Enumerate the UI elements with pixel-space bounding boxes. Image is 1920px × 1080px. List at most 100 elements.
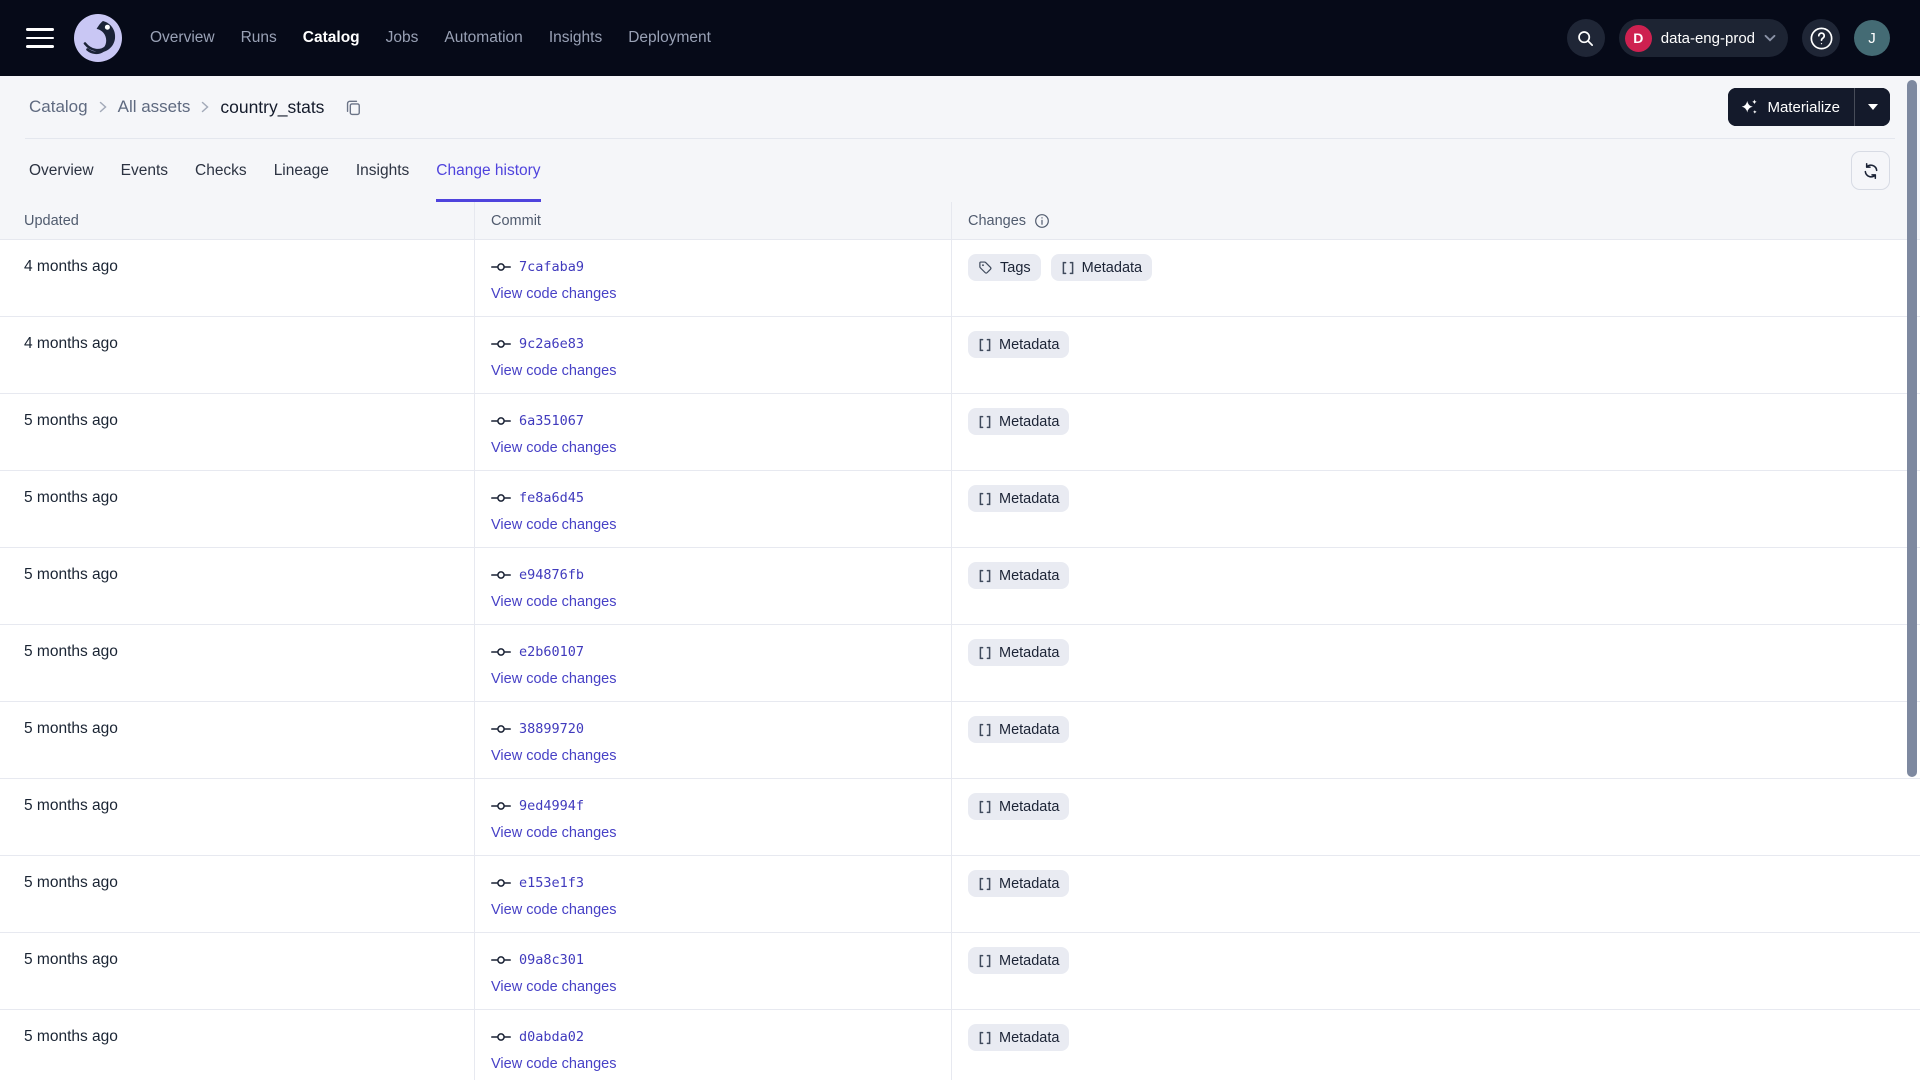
commit-hash-link[interactable]: 38899720 <box>519 721 584 737</box>
info-icon[interactable] <box>1034 213 1050 229</box>
metadata-badge: Metadata <box>968 1024 1070 1051</box>
table-header: Updated Commit Changes <box>0 202 1920 240</box>
refresh-icon <box>1862 162 1880 180</box>
commit-hash-link[interactable]: fe8a6d45 <box>519 490 584 506</box>
materialize-button[interactable]: Materialize <box>1728 88 1854 126</box>
brackets-icon <box>978 954 992 968</box>
nav-item-deployment[interactable]: Deployment <box>628 29 711 47</box>
commit-hash-link[interactable]: 7cafaba9 <box>519 259 584 275</box>
commit-hash-link[interactable]: d0abda02 <box>519 1029 584 1045</box>
view-code-changes-link[interactable]: View code changes <box>491 284 617 305</box>
changes-cell: Metadata <box>952 933 1920 1009</box>
commit-icon <box>491 569 511 581</box>
tab-lineage[interactable]: Lineage <box>274 139 329 202</box>
table-row: 5 months ago 6a351067 View code changes … <box>0 394 1920 471</box>
tabs-row: Overview Events Checks Lineage Insights … <box>0 139 1920 202</box>
view-code-changes-link[interactable]: View code changes <box>491 900 617 921</box>
badge-label: Metadata <box>999 413 1060 430</box>
commit-icon <box>491 877 511 889</box>
view-code-changes-link[interactable]: View code changes <box>491 515 617 536</box>
view-code-changes-link[interactable]: View code changes <box>491 977 617 998</box>
view-code-changes-link[interactable]: View code changes <box>491 592 617 613</box>
brackets-icon <box>978 492 992 506</box>
chevron-right-icon <box>99 101 107 113</box>
dagster-logo[interactable] <box>74 14 122 62</box>
tags-badge: Tags <box>968 254 1041 281</box>
materialize-label: Materialize <box>1767 98 1840 116</box>
commit-hash-link[interactable]: 9ed4994f <box>519 798 584 814</box>
changes-cell: Metadata <box>952 779 1920 855</box>
changes-cell: Metadata <box>952 702 1920 778</box>
metadata-badge: Metadata <box>968 331 1070 358</box>
menu-icon[interactable] <box>26 28 54 48</box>
refresh-button[interactable] <box>1851 151 1890 190</box>
row-updated: 5 months ago <box>24 412 118 429</box>
tab-events[interactable]: Events <box>121 139 168 202</box>
commit-hash-link[interactable]: e153e1f3 <box>519 875 584 891</box>
copy-button[interactable] <box>345 99 362 116</box>
commit-hash-link[interactable]: 6a351067 <box>519 413 584 429</box>
view-code-changes-link[interactable]: View code changes <box>491 1054 617 1075</box>
page-title: country_stats <box>220 96 325 117</box>
search-button[interactable] <box>1566 19 1605 57</box>
view-code-changes-link[interactable]: View code changes <box>491 746 617 767</box>
commit-hash-link[interactable]: e2b60107 <box>519 644 584 660</box>
column-header-updated: Updated <box>0 202 475 239</box>
chevron-right-icon <box>201 101 209 113</box>
view-code-changes-link[interactable]: View code changes <box>491 438 617 459</box>
view-code-changes-link[interactable]: View code changes <box>491 823 617 844</box>
metadata-badge: Metadata <box>968 562 1070 589</box>
tab-insights[interactable]: Insights <box>356 139 409 202</box>
commit-icon <box>491 492 511 504</box>
metadata-badge: Metadata <box>968 485 1070 512</box>
tab-overview[interactable]: Overview <box>29 139 94 202</box>
badge-label: Metadata <box>999 721 1060 738</box>
badge-label: Metadata <box>999 336 1060 353</box>
changes-cell: Metadata <box>952 471 1920 547</box>
brackets-icon <box>1061 261 1075 275</box>
metadata-badge: Metadata <box>968 408 1070 435</box>
nav-item-jobs[interactable]: Jobs <box>386 29 419 47</box>
changes-cell: Metadata <box>952 856 1920 932</box>
commit-hash-link[interactable]: 9c2a6e83 <box>519 336 584 352</box>
commit-icon <box>491 723 511 735</box>
breadcrumb-all-assets-link[interactable]: All assets <box>118 97 191 117</box>
changes-cell: Metadata <box>952 1010 1920 1080</box>
badge-label: Metadata <box>999 798 1060 815</box>
deployment-switcher[interactable]: D data-eng-prod <box>1618 19 1788 57</box>
table-row: 5 months ago e153e1f3 View code changes … <box>0 856 1920 933</box>
materialize-dropdown-button[interactable] <box>1854 88 1890 126</box>
table-row: 5 months ago 9ed4994f View code changes … <box>0 779 1920 856</box>
nav-item-insights[interactable]: Insights <box>549 29 602 47</box>
tab-change-history[interactable]: Change history <box>436 139 541 202</box>
table-row: 5 months ago e94876fb View code changes … <box>0 548 1920 625</box>
table-row: 5 months ago d0abda02 View code changes … <box>0 1010 1920 1080</box>
badge-label: Tags <box>1000 259 1031 276</box>
row-updated: 5 months ago <box>24 951 118 968</box>
nav-item-automation[interactable]: Automation <box>444 29 522 47</box>
tab-checks[interactable]: Checks <box>195 139 247 202</box>
table-body: 4 months ago 7cafaba9 View code changes … <box>0 240 1920 1080</box>
table-row: 4 months ago 9c2a6e83 View code changes … <box>0 317 1920 394</box>
table-row: 4 months ago 7cafaba9 View code changes … <box>0 240 1920 317</box>
commit-hash-link[interactable]: 09a8c301 <box>519 952 584 968</box>
copy-icon <box>345 99 362 116</box>
view-code-changes-link[interactable]: View code changes <box>491 669 617 690</box>
nav-item-runs[interactable]: Runs <box>241 29 277 47</box>
scrollbar-thumb[interactable] <box>1907 80 1917 777</box>
brackets-icon <box>978 877 992 891</box>
help-button[interactable] <box>1802 19 1840 57</box>
table-row: 5 months ago fe8a6d45 View code changes … <box>0 471 1920 548</box>
commit-hash-link[interactable]: e94876fb <box>519 567 584 583</box>
brackets-icon <box>978 723 992 737</box>
metadata-badge: Metadata <box>968 870 1070 897</box>
nav-item-catalog[interactable]: Catalog <box>303 29 360 47</box>
view-code-changes-link[interactable]: View code changes <box>491 361 617 382</box>
changes-cell: Metadata <box>952 317 1920 393</box>
row-updated: 5 months ago <box>24 874 118 891</box>
breadcrumb-catalog-link[interactable]: Catalog <box>29 97 88 117</box>
nav-item-overview[interactable]: Overview <box>150 29 215 47</box>
help-icon <box>1808 25 1835 52</box>
metadata-badge: Metadata <box>968 947 1070 974</box>
avatar[interactable]: J <box>1854 20 1890 56</box>
